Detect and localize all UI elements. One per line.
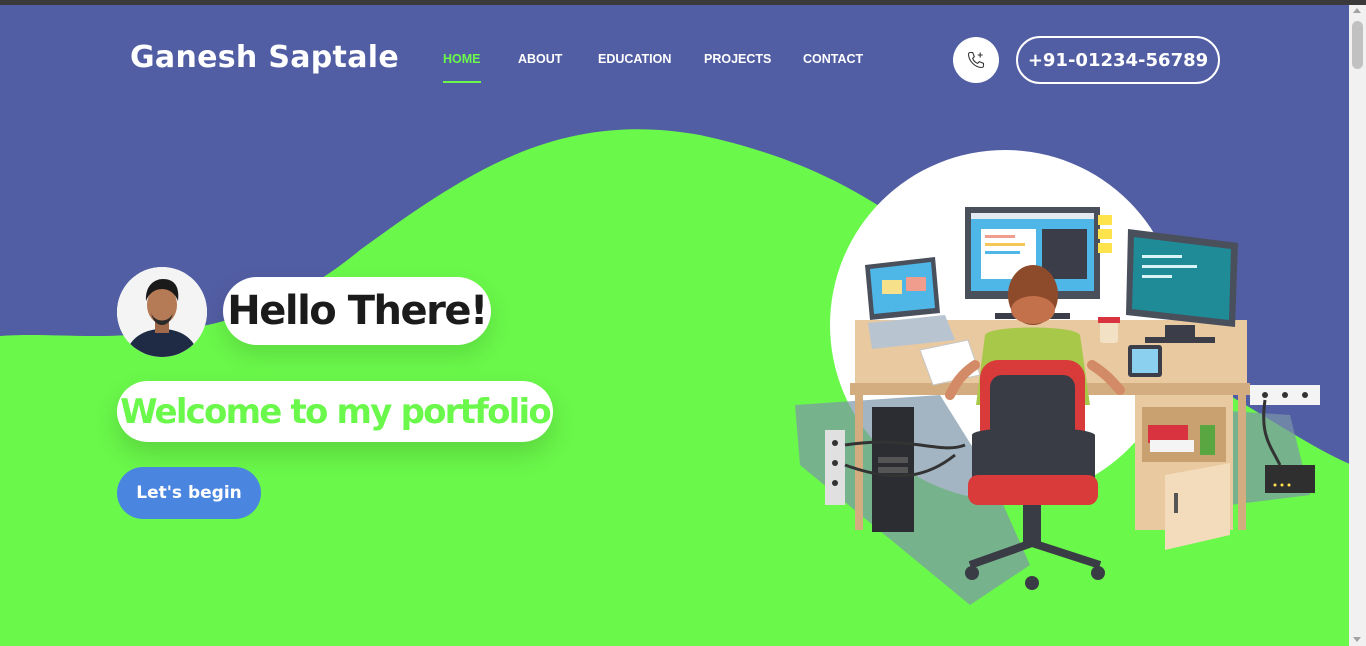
lets-begin-button[interactable]: Let's begin: [117, 467, 261, 519]
brand-name[interactable]: Ganesh Saptale: [130, 40, 399, 75]
developer-desk-illustration: [795, 150, 1320, 605]
nav-contact[interactable]: CONTACT: [803, 52, 863, 66]
scroll-down-arrow-icon[interactable]: [1353, 637, 1361, 642]
phone-plus-icon: [967, 51, 985, 69]
profile-avatar: [117, 267, 207, 357]
welcome-pill: Welcome to my portfolio: [117, 381, 553, 442]
welcome-text: Welcome to my portfolio: [120, 391, 552, 432]
nav-home[interactable]: HOME: [443, 52, 481, 83]
phone-call-button[interactable]: [953, 37, 999, 83]
phone-number-button[interactable]: +91-01234-56789: [1016, 36, 1220, 84]
page-scrollbar[interactable]: [1349, 5, 1366, 646]
nav-projects[interactable]: PROJECTS: [704, 52, 771, 66]
nav-about[interactable]: ABOUT: [518, 52, 562, 66]
greeting-text: Hello There!: [227, 288, 488, 334]
scroll-up-arrow-icon[interactable]: [1353, 8, 1361, 13]
browser-top-edge: [0, 0, 1366, 5]
nav-education[interactable]: EDUCATION: [598, 52, 671, 66]
greeting-pill: Hello There!: [223, 277, 491, 345]
scroll-thumb[interactable]: [1352, 21, 1363, 69]
